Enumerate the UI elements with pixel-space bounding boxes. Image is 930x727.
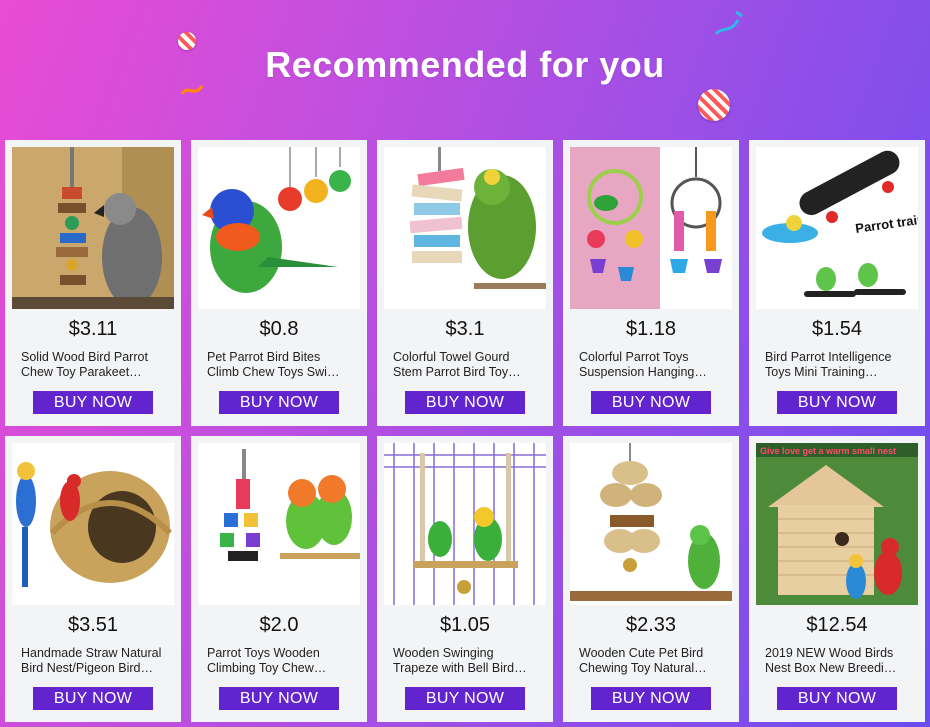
- product-price: $1.54: [811, 318, 863, 340]
- product-name[interactable]: 2019 NEW Wood Birds Nest Box New Breedi…: [765, 646, 911, 676]
- product-price: $3.11: [68, 318, 118, 340]
- page-title: Recommended for you: [265, 44, 665, 85]
- product-card[interactable]: $0.8 Pet Parrot Bird Bites Climb Chew To…: [191, 140, 367, 426]
- product-price: $2.0: [259, 614, 299, 636]
- product-name[interactable]: Bird Parrot Intelligence Toys Mini Train…: [765, 350, 911, 380]
- product-card[interactable]: $2.0 Parrot Toys Wooden Climbing Toy Che…: [191, 436, 367, 722]
- product-price: $1.18: [625, 318, 677, 340]
- buy-now-button[interactable]: BUY NOW: [405, 687, 525, 710]
- product-image[interactable]: [12, 147, 174, 309]
- product-image[interactable]: [384, 443, 546, 605]
- product-card[interactable]: Parrot training tool $1.54 Bird Parrot I…: [749, 140, 925, 426]
- product-image[interactable]: Parrot training tool: [756, 147, 918, 309]
- product-price: $12.54: [806, 614, 868, 636]
- product-price: $3.51: [67, 614, 119, 636]
- buy-now-button[interactable]: BUY NOW: [33, 391, 153, 414]
- product-card[interactable]: $3.51 Handmade Straw Natural Bird Nest/P…: [5, 436, 181, 722]
- buy-now-button[interactable]: BUY NOW: [777, 391, 897, 414]
- buy-now-button[interactable]: BUY NOW: [591, 391, 711, 414]
- product-image[interactable]: [384, 147, 546, 309]
- product-price: $2.33: [625, 614, 677, 636]
- product-name[interactable]: Colorful Towel Gourd Stem Parrot Bird To…: [393, 350, 539, 380]
- product-card[interactable]: $3.1 Colorful Towel Gourd Stem Parrot Bi…: [377, 140, 553, 426]
- product-name[interactable]: Pet Parrot Bird Bites Climb Chew Toys Sw…: [207, 350, 353, 380]
- product-image[interactable]: [12, 443, 174, 605]
- product-image[interactable]: [198, 443, 360, 605]
- product-name[interactable]: Wooden Swinging Trapeze with Bell Bird…: [393, 646, 539, 676]
- product-image[interactable]: [570, 443, 732, 605]
- buy-now-button[interactable]: BUY NOW: [33, 687, 153, 710]
- buy-now-button[interactable]: BUY NOW: [591, 687, 711, 710]
- product-image[interactable]: [570, 147, 732, 309]
- product-card[interactable]: $3.11 Solid Wood Bird Parrot Chew Toy Pa…: [5, 140, 181, 426]
- product-price: $3.1: [445, 318, 485, 340]
- buy-now-button[interactable]: BUY NOW: [777, 687, 897, 710]
- product-card[interactable]: Give love get a warm small nest $12.54 2…: [749, 436, 925, 722]
- streamer-icon: [714, 10, 743, 36]
- product-name[interactable]: Colorful Parrot Toys Suspension Hanging…: [579, 350, 725, 380]
- product-price: $0.8: [259, 318, 299, 340]
- buy-now-button[interactable]: BUY NOW: [219, 687, 339, 710]
- product-price: $1.05: [439, 614, 491, 636]
- product-card[interactable]: $1.05 Wooden Swinging Trapeze with Bell …: [377, 436, 553, 722]
- decorative-ball-icon: [698, 89, 730, 121]
- product-card[interactable]: $2.33 Wooden Cute Pet Bird Chewing Toy N…: [563, 436, 739, 722]
- product-name[interactable]: Parrot Toys Wooden Climbing Toy Chew…: [207, 646, 353, 676]
- product-image[interactable]: [198, 147, 360, 309]
- product-image[interactable]: Give love get a warm small nest: [756, 443, 918, 605]
- buy-now-button[interactable]: BUY NOW: [219, 391, 339, 414]
- overlay-text: Give love get a warm small nest: [760, 446, 896, 456]
- product-card[interactable]: $1.18 Colorful Parrot Toys Suspension Ha…: [563, 140, 739, 426]
- product-name[interactable]: Handmade Straw Natural Bird Nest/Pigeon …: [21, 646, 167, 676]
- product-name[interactable]: Solid Wood Bird Parrot Chew Toy Parakeet…: [21, 350, 167, 380]
- product-name[interactable]: Wooden Cute Pet Bird Chewing Toy Natural…: [579, 646, 725, 676]
- buy-now-button[interactable]: BUY NOW: [405, 391, 525, 414]
